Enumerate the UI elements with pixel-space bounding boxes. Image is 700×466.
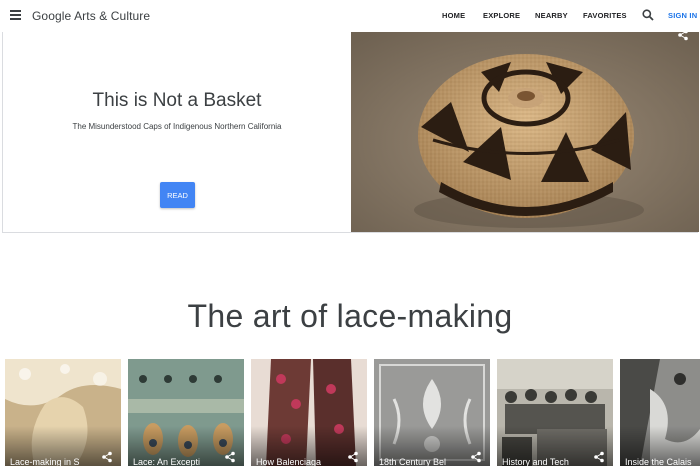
story-card-label: Lace-making in S [10,457,80,466]
section-title: The art of lace-making [187,298,513,334]
story-card-18th-century[interactable]: 18th Century Bel [374,359,490,466]
featured-story-subtitle: The Misunderstood Caps of Indigenous Nor… [72,122,282,131]
featured-story: This is Not a Basket The Misunderstood C… [2,32,699,233]
nav-explore[interactable]: EXPLORE [483,11,520,20]
nav-favorites[interactable]: FAVORITES [583,11,627,20]
top-bar: Google Arts & Culture HOME EXPLORE NEARB… [0,0,700,32]
story-card-label: 18th Century Bel [379,457,447,466]
read-button[interactable]: READ [160,182,195,208]
share-icon[interactable] [470,451,482,463]
featured-story-text: This is Not a Basket The Misunderstood C… [3,32,351,232]
story-card-label: Lace: An Excepti [133,457,201,466]
story-card-lace-making[interactable]: Lace-making in S [5,359,121,466]
share-icon[interactable] [677,32,689,41]
featured-story-title: This is Not a Basket [92,90,262,111]
story-card-label: Inside the Calais [625,457,692,466]
nav-nearby[interactable]: NEARBY [535,11,568,20]
basket-cap-image[interactable] [351,32,699,232]
story-carousel: Lace-making in S Lace: An Excepti How Ba… [5,359,700,466]
brand-logo[interactable]: Google Arts & Culture [32,9,150,23]
story-card-history-tech[interactable]: History and Tech [497,359,613,466]
menu-icon[interactable] [10,10,21,20]
story-card-lace-exceptional[interactable]: Lace: An Excepti [128,359,244,466]
story-card-balenciaga[interactable]: How Balenciaga [251,359,367,466]
story-card-calais[interactable]: Inside the Calais [620,359,700,466]
share-icon[interactable] [224,451,236,463]
search-icon[interactable] [642,9,654,21]
story-card-label: History and Tech [502,457,569,466]
share-icon[interactable] [593,451,605,463]
share-icon[interactable] [101,451,113,463]
sign-in-link[interactable]: SIGN IN [668,11,697,20]
share-icon[interactable] [347,451,359,463]
story-card-label: How Balenciaga [256,457,322,466]
nav-home[interactable]: HOME [442,11,465,20]
